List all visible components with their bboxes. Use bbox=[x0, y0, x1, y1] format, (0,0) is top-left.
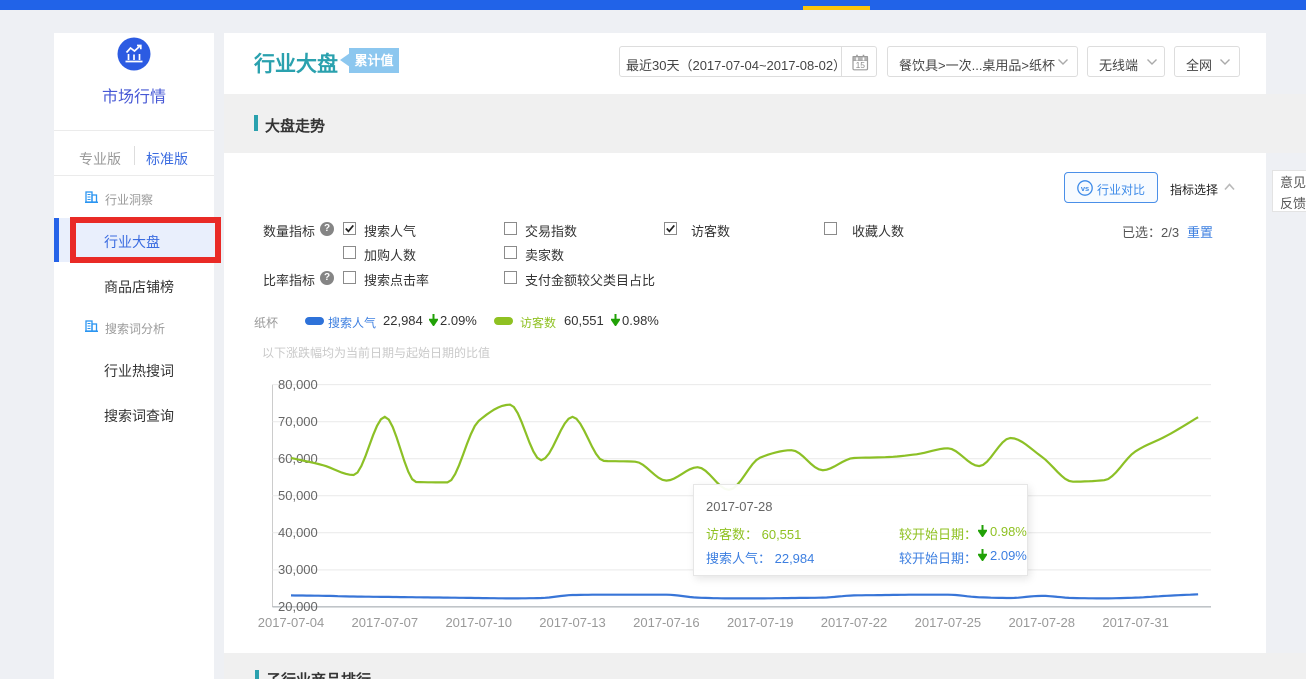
svg-text:2017-07-31: 2017-07-31 bbox=[1102, 615, 1169, 630]
svg-text:50,000: 50,000 bbox=[278, 488, 318, 503]
svg-text:70,000: 70,000 bbox=[278, 414, 318, 429]
svg-text:2017-07-10: 2017-07-10 bbox=[445, 615, 512, 630]
svg-text:2017-07-25: 2017-07-25 bbox=[915, 615, 982, 630]
svg-text:2017-07-19: 2017-07-19 bbox=[727, 615, 794, 630]
svg-text:2017-07-22: 2017-07-22 bbox=[821, 615, 888, 630]
svg-text:80,000: 80,000 bbox=[278, 377, 318, 392]
svg-text:2017-07-28: 2017-07-28 bbox=[1008, 615, 1075, 630]
svg-text:2017-07-16: 2017-07-16 bbox=[633, 615, 700, 630]
svg-text:15: 15 bbox=[856, 60, 866, 70]
svg-text:40,000: 40,000 bbox=[278, 525, 318, 540]
svg-text:2017-07-07: 2017-07-07 bbox=[352, 615, 419, 630]
svg-text:30,000: 30,000 bbox=[278, 562, 318, 577]
svg-text:20,000: 20,000 bbox=[278, 599, 318, 614]
svg-text:2017-07-13: 2017-07-13 bbox=[539, 615, 606, 630]
svg-text:2017-07-04: 2017-07-04 bbox=[258, 615, 325, 630]
